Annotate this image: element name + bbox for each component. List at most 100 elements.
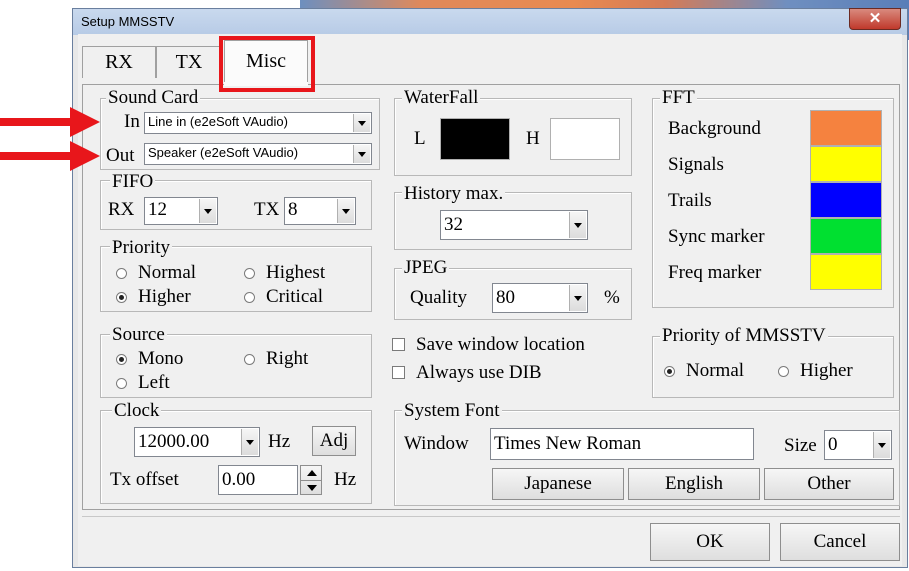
waterfall-h-color[interactable] — [550, 118, 620, 160]
font-size-dropdown[interactable]: 0 — [824, 430, 892, 460]
history-dropdown[interactable]: 32 — [440, 210, 588, 240]
fifo-label: FIFO — [110, 171, 156, 192]
spin-up-icon[interactable] — [307, 470, 317, 476]
tx-offset-value: 0.00 — [222, 469, 256, 490]
quality-unit: % — [604, 287, 620, 308]
priority-higher-radio[interactable]: Higher — [116, 286, 226, 308]
waterfall-l-label: L — [414, 128, 426, 149]
other-button-label: Other — [807, 473, 851, 494]
waterfall-label: WaterFall — [402, 87, 481, 108]
quality-value: 80 — [496, 287, 515, 308]
priority-critical-label: Critical — [266, 286, 323, 307]
in-label: In — [124, 111, 140, 132]
chevron-down-icon[interactable] — [873, 432, 890, 458]
adj-button[interactable]: Adj — [312, 426, 356, 456]
misc-tab-highlight — [219, 36, 315, 92]
fft-freq-marker-color[interactable] — [810, 254, 882, 290]
fft-signals-color[interactable] — [810, 146, 882, 182]
source-mono-radio[interactable]: Mono — [116, 348, 226, 370]
source-right-radio[interactable]: Right — [244, 348, 354, 370]
title-bar[interactable]: Setup MMSSTV ✕ — [73, 8, 907, 35]
clock-dropdown[interactable]: 12000.00 — [134, 427, 260, 457]
app-priority-label: Priority of MMSSTV — [660, 325, 828, 346]
sound-card-label: Sound Card — [106, 87, 201, 108]
priority-normal-radio[interactable]: Normal — [116, 262, 226, 284]
history-label: History max. — [402, 183, 506, 204]
priority-critical-radio[interactable]: Critical — [244, 286, 354, 308]
app-priority-normal-radio[interactable]: Normal — [664, 360, 764, 382]
chevron-down-icon[interactable] — [199, 199, 216, 223]
ok-button[interactable]: OK — [650, 523, 770, 561]
app-priority-higher-label: Higher — [800, 360, 853, 381]
save-window-location-checkbox[interactable]: Save window location — [392, 334, 622, 356]
footer-divider — [82, 516, 900, 517]
chevron-down-icon[interactable] — [241, 429, 258, 455]
chevron-down-icon[interactable] — [569, 212, 586, 238]
source-left-radio[interactable]: Left — [116, 372, 226, 394]
always-use-dib-checkbox[interactable]: Always use DIB — [392, 362, 622, 384]
window-font-label: Window — [404, 433, 469, 454]
english-button-label: English — [664, 473, 724, 494]
english-button[interactable]: English — [628, 468, 760, 500]
source-left-label: Left — [138, 372, 170, 393]
window-font-input[interactable]: Times New Roman — [490, 428, 754, 460]
fifo-tx-dropdown[interactable]: 8 — [284, 197, 356, 225]
other-button[interactable]: Other — [764, 468, 894, 500]
fft-trails-label: Trails — [668, 190, 712, 211]
priority-highest-radio[interactable]: Highest — [244, 262, 354, 284]
sound-in-dropdown[interactable]: Line in (e2eSoft VAudio) — [144, 112, 372, 134]
close-button[interactable]: ✕ — [849, 8, 901, 30]
tab-tx[interactable]: TX — [156, 46, 222, 78]
fft-signals-label: Signals — [668, 154, 724, 175]
fft-freq-marker-label: Freq marker — [668, 262, 762, 283]
window-title: Setup MMSSTV — [81, 14, 175, 29]
always-use-dib-label: Always use DIB — [416, 362, 542, 383]
cancel-button[interactable]: Cancel — [780, 523, 900, 561]
sound-out-value: Speaker (e2eSoft VAudio) — [148, 145, 299, 160]
priority-normal-label: Normal — [138, 262, 197, 283]
close-icon: ✕ — [868, 10, 882, 27]
tx-offset-input[interactable]: 0.00 — [218, 465, 298, 495]
fft-background-color[interactable] — [810, 110, 882, 146]
fifo-rx-dropdown[interactable]: 12 — [144, 197, 218, 225]
fft-background-label: Background — [668, 118, 761, 139]
japanese-button[interactable]: Japanese — [492, 468, 624, 500]
clock-value: 12000.00 — [138, 431, 210, 452]
clock-unit: Hz — [268, 431, 291, 452]
arrow-out — [0, 141, 100, 171]
history-value: 32 — [444, 214, 463, 235]
tab-tx-label: TX — [175, 51, 203, 73]
font-size-value: 0 — [828, 434, 838, 455]
adj-button-label: Adj — [319, 430, 349, 451]
font-size-label: Size — [784, 435, 817, 456]
chevron-down-icon[interactable] — [353, 114, 370, 132]
chevron-down-icon[interactable] — [353, 145, 370, 163]
fifo-tx-label: TX — [254, 199, 280, 220]
fifo-rx-value: 12 — [148, 199, 167, 220]
source-right-label: Right — [266, 348, 309, 369]
tab-rx[interactable]: RX — [82, 46, 156, 78]
fft-sync-marker-color[interactable] — [810, 218, 882, 254]
chevron-down-icon[interactable] — [569, 285, 586, 311]
spin-down-icon[interactable] — [307, 485, 317, 491]
tab-rx-label: RX — [105, 51, 133, 73]
tx-offset-label: Tx offset — [110, 469, 179, 490]
tx-offset-spinner[interactable] — [300, 465, 322, 495]
fifo-rx-label: RX — [108, 199, 135, 220]
out-label: Out — [106, 145, 135, 166]
sound-out-dropdown[interactable]: Speaker (e2eSoft VAudio) — [144, 143, 372, 165]
system-font-label: System Font — [402, 400, 502, 421]
clock-label: Clock — [112, 400, 162, 421]
sound-in-value: Line in (e2eSoft VAudio) — [148, 114, 288, 129]
fft-sync-marker-label: Sync marker — [668, 226, 765, 247]
save-window-location-label: Save window location — [416, 334, 585, 355]
waterfall-h-label: H — [526, 128, 540, 149]
chevron-down-icon[interactable] — [337, 199, 354, 223]
app-priority-higher-radio[interactable]: Higher — [778, 360, 878, 382]
waterfall-l-color[interactable] — [440, 118, 510, 160]
priority-label: Priority — [110, 237, 173, 258]
quality-dropdown[interactable]: 80 — [492, 283, 588, 313]
cancel-button-label: Cancel — [813, 531, 867, 552]
fft-trails-color[interactable] — [810, 182, 882, 218]
source-mono-label: Mono — [138, 348, 184, 369]
